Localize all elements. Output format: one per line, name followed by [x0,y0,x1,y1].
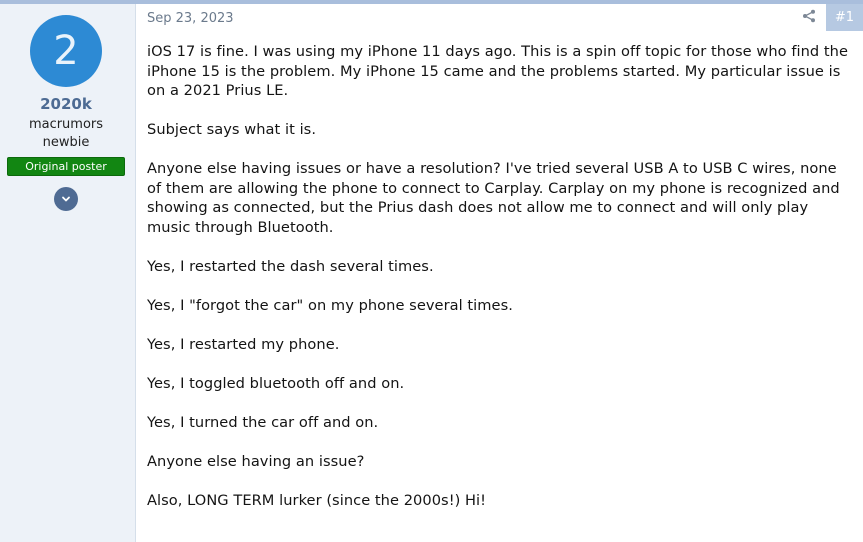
share-icon[interactable] [802,9,816,23]
author-user-title: macrumors newbie [0,116,132,152]
post-paragraph: Yes, I "forgot the car" on my phone seve… [147,296,513,314]
author-username-link[interactable]: 2020k [0,95,132,113]
post-paragraph: Anyone else having issues or have a reso… [147,160,840,236]
post-paragraph: Subject says what it is. [147,121,317,138]
post-author-sidebar: 2 2020k macrumors newbie Original poster [0,4,136,542]
post-paragraph: Also, LONG TERM lurker (since the 2000s!… [147,491,487,509]
chevron-down-icon [62,196,70,202]
post-paragraph: Yes, I toggled bluetooth off and on. [147,374,405,392]
post-number-link[interactable]: #1 [826,4,863,31]
user-title-line1: macrumors [28,117,104,132]
post-paragraph: Yes, I restarted my phone. [147,335,340,353]
original-poster-badge: Original poster [7,157,125,176]
post-paragraph: Yes, I restarted the dash several times. [147,257,434,275]
avatar[interactable]: 2 [30,15,102,87]
post-date-link[interactable]: Sep 23, 2023 [147,11,234,26]
post-paragraph: Yes, I turned the car off and on. [147,413,379,431]
user-title-line2: newbie [42,135,90,150]
post-paragraph: iOS 17 is fine. I was using my iPhone 11… [147,43,849,99]
post-paragraph: Anyone else having an issue? [147,452,365,470]
expand-author-button[interactable] [54,187,78,211]
post-message-body: iOS 17 is fine. I was using my iPhone 11… [147,42,855,530]
